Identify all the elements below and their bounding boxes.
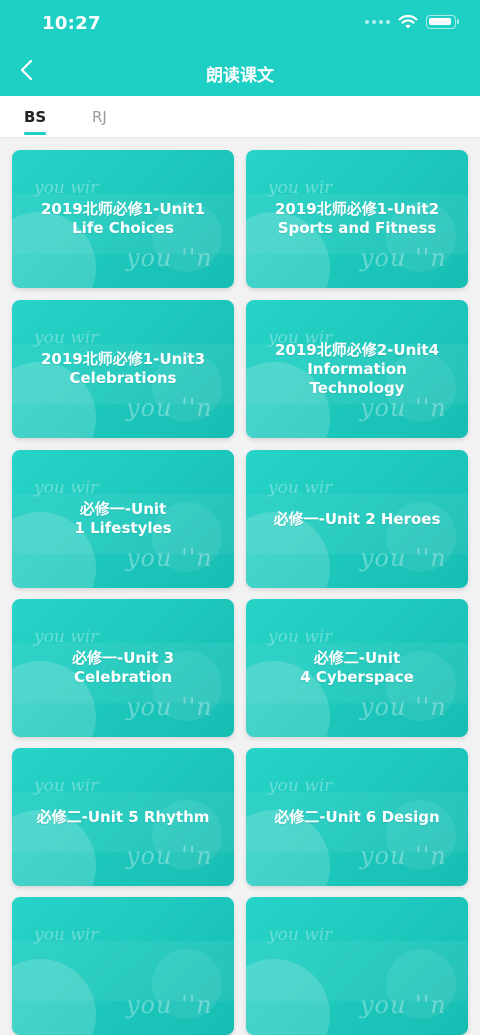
app-header: 10:27 朗读课文 bbox=[0, 0, 480, 96]
wifi-icon bbox=[398, 14, 418, 29]
lesson-card[interactable]: you wir you ''n 2019北师必修1-Unit2 Sports a… bbox=[246, 150, 468, 288]
card-title: 必修二-Unit 4 Cyberspace bbox=[300, 649, 414, 686]
card-title: 必修一-Unit 3 Celebration bbox=[71, 649, 175, 686]
status-time: 10:27 bbox=[42, 13, 101, 34]
tab-bs[interactable]: BS bbox=[24, 108, 46, 126]
card-title bbox=[18, 897, 228, 1035]
tab-bar: BS RJ bbox=[0, 96, 480, 138]
lesson-card[interactable]: you wir you ''n 必修二-Unit 6 Design bbox=[246, 748, 468, 886]
card-title: 必修二-Unit 6 Design bbox=[274, 807, 440, 826]
lesson-card[interactable]: you wir you ''n 2019北师必修1-Unit3 Celebrat… bbox=[12, 300, 234, 438]
card-title: 必修二-Unit 5 Rhythm bbox=[36, 807, 210, 826]
lesson-card[interactable]: you wir you ''n bbox=[246, 897, 468, 1035]
card-title: 2019北师必修2-Unit4 Information Technology bbox=[274, 340, 440, 397]
lesson-card[interactable]: you wir you ''n 必修一-Unit 2 Heroes bbox=[246, 450, 468, 588]
tab-rj[interactable]: RJ bbox=[92, 108, 107, 126]
card-title bbox=[252, 897, 462, 1035]
lesson-card[interactable]: you wir you ''n 必修一-Unit 3 Celebration bbox=[12, 599, 234, 737]
lesson-card[interactable]: you wir you ''n 2019北师必修1-Unit1 Life Cho… bbox=[12, 150, 234, 288]
card-title: 2019北师必修1-Unit1 Life Choices bbox=[40, 200, 206, 237]
tab-active-indicator bbox=[24, 132, 46, 135]
card-title: 必修一-Unit 1 Lifestyles bbox=[74, 500, 172, 537]
lesson-card[interactable]: you wir you ''n 必修二-Unit 4 Cyberspace bbox=[246, 599, 468, 737]
card-title: 2019北师必修1-Unit2 Sports and Fitness bbox=[274, 200, 440, 237]
lesson-card[interactable]: you wir you ''n bbox=[12, 897, 234, 1035]
signal-icon bbox=[365, 20, 390, 24]
battery-icon bbox=[426, 15, 459, 29]
card-title: 2019北师必修1-Unit3 Celebrations bbox=[40, 350, 206, 387]
lesson-card[interactable]: you wir you ''n 必修一-Unit 1 Lifestyles bbox=[12, 450, 234, 588]
lesson-card[interactable]: you wir you ''n 2019北师必修2-Unit4 Informat… bbox=[246, 300, 468, 438]
card-title: 必修一-Unit 2 Heroes bbox=[273, 509, 441, 528]
page-title: 朗读课文 bbox=[206, 66, 274, 86]
lesson-card[interactable]: you wir you ''n 必修二-Unit 5 Rhythm bbox=[12, 748, 234, 886]
status-icons bbox=[365, 14, 459, 30]
